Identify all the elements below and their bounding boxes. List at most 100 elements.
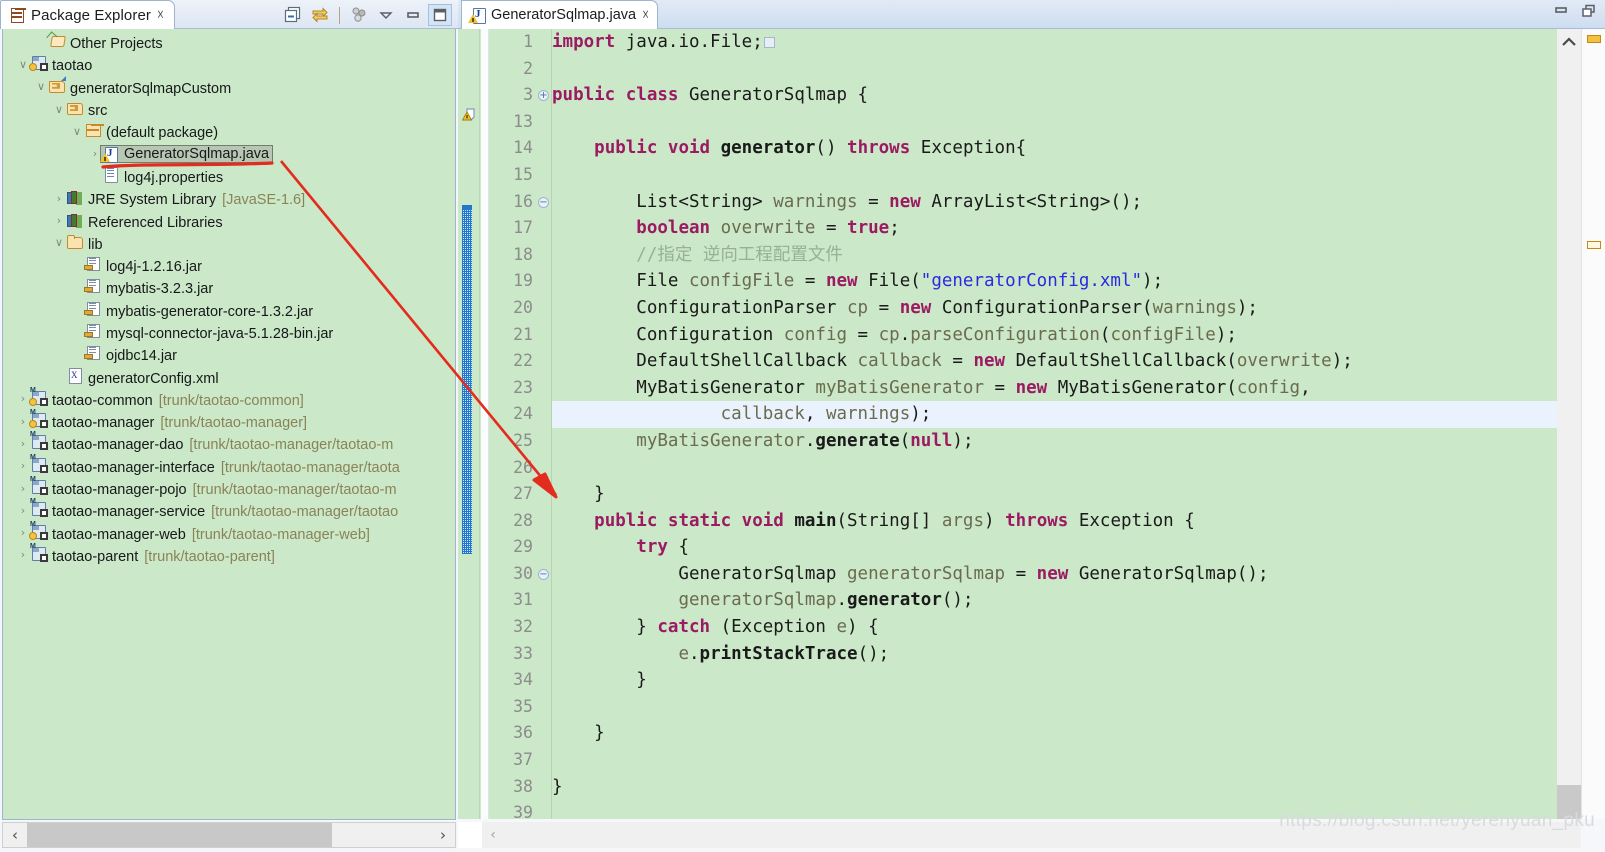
tree-item-mybatis-3-2-3-jar[interactable]: mybatis-3.2.3.jar [3, 276, 455, 298]
code-line[interactable] [552, 747, 1605, 774]
code-line[interactable]: } [552, 667, 1605, 694]
tree-item-other-projects[interactable]: Other Projects [3, 31, 455, 53]
code-line[interactable]: } [552, 481, 1605, 508]
code-line[interactable]: MyBatisGenerator myBatisGenerator = new … [552, 375, 1605, 402]
collapsed-imports-icon[interactable] [763, 36, 775, 48]
tree-item-mysql-connector-java-5-1-28-bin-jar[interactable]: mysql-connector-java-5.1.28-bin.jar [3, 321, 455, 343]
code-line[interactable]: try { [552, 534, 1605, 561]
code-line[interactable]: public class GeneratorSqlmap { [552, 82, 1605, 109]
hscroll-left-arrow[interactable]: ‹ [3, 826, 27, 844]
package-explorer-tree-container[interactable]: Other Projects ∨ taotao ∨ generatorSqlmapCus… [2, 29, 456, 820]
code-line[interactable]: import java.io.File; [552, 29, 1605, 56]
annotation-ruler[interactable] [458, 29, 480, 819]
chevron-right-icon[interactable]: › [52, 193, 66, 204]
tree-item-taotao-manager[interactable]: › Mtaotao-manager [trunk/taotao-manager] [3, 409, 455, 432]
tab-package-explorer[interactable]: Package Explorer ☓ [0, 0, 175, 29]
tree-item-taotao-manager-web[interactable]: › Mtaotao-manager-web [trunk/taotao-manage… [3, 521, 455, 544]
tree-item-jre-system-library[interactable]: › JRE System Library [JavaSE-1.6] [3, 187, 455, 209]
chevron-down-icon[interactable]: ∨ [52, 237, 66, 248]
code-line[interactable]: } [552, 774, 1605, 801]
package-explorer-hscrollbar[interactable]: ‹ › [2, 822, 456, 848]
vscroll-up-arrow[interactable] [1557, 29, 1581, 55]
code-editing-area[interactable]: 1 2 3 13 14 15 16 17 18 19 20 21 22 23 24 25 26 27 28 29 30 3… [458, 29, 1605, 819]
chevron-right-icon[interactable]: › [16, 393, 30, 404]
tree-item-generatorsqlmapcustom[interactable]: ∨ generatorSqlmapCustom [3, 75, 455, 98]
tree-item-taotao[interactable]: ∨ taotao [3, 53, 455, 75]
code-line[interactable]: generatorSqlmap.generator(); [552, 587, 1605, 614]
tree-item-referenced-libraries[interactable]: › Referenced Libraries [3, 209, 455, 231]
code-line[interactable]: } [552, 720, 1605, 747]
tree-item-log4j-1-2-16-jar[interactable]: log4j-1.2.16.jar [3, 254, 455, 276]
minimize-icon[interactable] [1553, 4, 1569, 23]
code-line[interactable]: GeneratorSqlmap generatorSqlmap = new Ge… [552, 561, 1605, 588]
code-line[interactable] [552, 800, 1605, 819]
restore-icon[interactable] [1581, 4, 1597, 23]
code-line[interactable]: public static void main(String[] args) t… [552, 508, 1605, 535]
overview-ruler[interactable] [1581, 29, 1605, 819]
tree-item-src[interactable]: ∨ src [3, 98, 455, 120]
overview-warning-marker[interactable] [1587, 241, 1601, 249]
code-line[interactable] [552, 56, 1605, 83]
view-menu-spheres-icon[interactable] [347, 4, 371, 26]
tree-item-taotao-parent[interactable]: › Mtaotao-parent [trunk/taotao-parent] [3, 543, 455, 566]
code-line[interactable]: File configFile = new File("generatorCon… [552, 268, 1605, 295]
tree-item-lib[interactable]: ∨ lib [3, 232, 455, 254]
tree-item-generatorsqlmap-java[interactable]: ›GeneratorSqlmap.java [3, 142, 455, 164]
tab-generatorsqlmap-java[interactable]: GeneratorSqlmap.java ☓ [461, 0, 658, 29]
chevron-down-icon[interactable]: ∨ [16, 59, 30, 70]
overview-warning-marker[interactable] [1587, 35, 1601, 43]
hscroll-thumb[interactable] [27, 823, 332, 847]
chevron-right-icon[interactable]: › [16, 483, 30, 494]
fold-collapse-icon[interactable]: − [537, 561, 551, 588]
tree-item-mybatis-generator-core-1-3-2-jar[interactable]: mybatis-generator-core-1.3.2.jar [3, 299, 455, 321]
code-line[interactable] [552, 109, 1605, 136]
chevron-right-icon[interactable]: › [16, 505, 30, 516]
chevron-right-icon[interactable]: › [16, 438, 30, 449]
chevron-down-icon[interactable]: ∨ [34, 81, 48, 92]
close-icon[interactable]: ☓ [642, 9, 649, 22]
code-line[interactable]: public void generator() throws Exception… [552, 135, 1605, 162]
close-icon[interactable]: ☓ [157, 9, 164, 22]
hscroll-left-arrow[interactable]: ‹ [482, 827, 504, 843]
tree-item-taotao-manager-interface[interactable]: › Mtaotao-manager-interface [trunk/taotao-… [3, 454, 455, 477]
folding-ruler[interactable]: + − − [537, 29, 551, 819]
chevron-down-icon[interactable]: ∨ [52, 104, 66, 115]
collapse-all-icon[interactable] [281, 4, 305, 26]
chevron-down-icon[interactable] [374, 4, 398, 26]
tree-item-taotao-manager-pojo[interactable]: › Mtaotao-manager-pojo [trunk/taotao-manag… [3, 476, 455, 499]
tree-item-generatorconfig-xml[interactable]: generatorConfig.xml [3, 365, 455, 387]
editor-hscrollbar[interactable]: ‹ [482, 822, 1581, 848]
chevron-right-icon[interactable]: › [16, 549, 30, 560]
fold-collapse-icon[interactable]: − [537, 189, 551, 216]
code-line[interactable]: ConfigurationParser cp = new Configurati… [552, 295, 1605, 322]
code-line[interactable]: Configuration config = cp.parseConfigura… [552, 322, 1605, 349]
code-line[interactable]: DefaultShellCallback callback = new Defa… [552, 348, 1605, 375]
source-code-text[interactable]: import java.io.File; public class Genera… [552, 29, 1605, 819]
chevron-right-icon[interactable]: › [16, 527, 30, 538]
code-line[interactable]: boolean overwrite = true; [552, 215, 1605, 242]
fold-expand-icon[interactable]: + [537, 82, 551, 109]
hscroll-right-arrow[interactable]: › [431, 826, 455, 844]
maximize-icon[interactable] [428, 4, 452, 26]
code-line[interactable] [552, 162, 1605, 189]
chevron-right-icon[interactable]: › [52, 215, 66, 226]
tree-item-taotao-manager-service[interactable]: › Mtaotao-manager-service [trunk/taotao-ma… [3, 498, 455, 521]
tree-item-taotao-manager-dao[interactable]: › Mtaotao-manager-dao [trunk/taotao-manage… [3, 431, 455, 454]
chevron-down-icon[interactable]: ∨ [70, 126, 84, 137]
tree-item-taotao-common[interactable]: › Mtaotao-common [trunk/taotao-common] [3, 387, 455, 410]
editor-vscrollbar[interactable] [1557, 29, 1581, 819]
minimize-icon[interactable] [401, 4, 425, 26]
code-line[interactable]: //指定 逆向工程配置文件 [552, 242, 1605, 269]
chevron-right-icon[interactable]: › [16, 460, 30, 471]
chevron-right-icon[interactable]: › [16, 416, 30, 427]
code-line[interactable]: myBatisGenerator.generate(null); [552, 428, 1605, 455]
vscroll-thumb[interactable] [1557, 785, 1581, 819]
hscroll-track[interactable] [27, 823, 431, 847]
tree-item-default-package[interactable]: ∨ (default package) [3, 120, 455, 142]
code-line[interactable]: e.printStackTrace(); [552, 641, 1605, 668]
code-line[interactable]: callback, warnings); [552, 401, 1605, 428]
warning-marker-icon[interactable] [461, 107, 476, 122]
code-line[interactable]: } catch (Exception e) { [552, 614, 1605, 641]
code-line[interactable] [552, 455, 1605, 482]
tree-item-log4j-properties[interactable]: log4j.properties [3, 165, 455, 187]
